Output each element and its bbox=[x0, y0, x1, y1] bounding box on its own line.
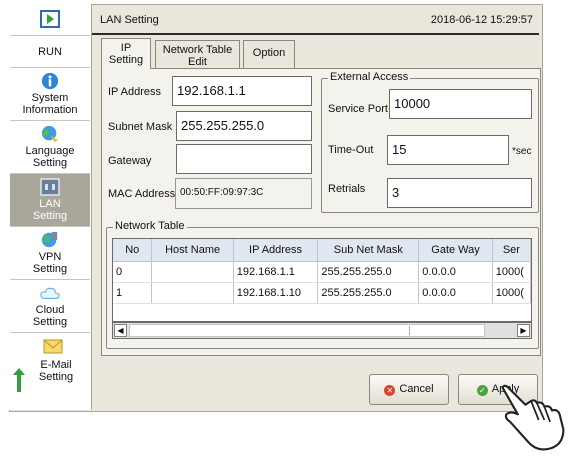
play-icon bbox=[40, 10, 60, 28]
sidebar-item-run-icon[interactable] bbox=[10, 4, 90, 36]
table-horizontal-scrollbar[interactable]: ◀ ▶ bbox=[112, 322, 532, 339]
mac-address-field: 00:50:FF:09:97:3C bbox=[175, 178, 312, 209]
column-header[interactable]: Ser bbox=[492, 239, 531, 262]
tab-option[interactable]: Option bbox=[243, 40, 295, 68]
sidebar-item-vpn-setting[interactable]: VPN Setting bbox=[10, 227, 90, 280]
table-cell: 255.255.255.0 bbox=[317, 282, 420, 304]
column-header[interactable]: IP Address bbox=[233, 239, 319, 262]
scroll-left-icon[interactable]: ◀ bbox=[114, 324, 127, 337]
datetime: 2018-06-12 15:29:57 bbox=[430, 14, 533, 26]
scrollbar-grip bbox=[409, 326, 410, 335]
header: LAN Setting 2018-06-12 15:29:57 bbox=[92, 4, 541, 30]
table-cell bbox=[151, 261, 234, 283]
sidebar-item-system-information[interactable]: System Information bbox=[10, 68, 90, 121]
sidebar-item-label: System Information bbox=[22, 92, 78, 116]
vpn-icon bbox=[41, 231, 58, 248]
header-divider bbox=[92, 33, 539, 35]
ip-address-field[interactable]: 192.168.1.1 bbox=[172, 76, 312, 106]
network-table[interactable]: No Host Name IP Address Sub Net Mask Gat… bbox=[112, 238, 532, 322]
timeout-field[interactable]: 15 bbox=[387, 135, 509, 165]
retrials-field[interactable]: 3 bbox=[387, 178, 532, 208]
sidebar-item-email-setting[interactable]: E-Mail Setting bbox=[10, 333, 90, 409]
table-header-row: No Host Name IP Address Sub Net Mask Gat… bbox=[113, 239, 531, 262]
table-cell: 1 bbox=[113, 282, 153, 304]
sidebar: RUN System Information Language Setting … bbox=[9, 4, 92, 410]
network-table-title: Network Table bbox=[113, 220, 187, 232]
sidebar-item-run[interactable]: RUN bbox=[10, 36, 90, 68]
table-cell: 1000( bbox=[492, 261, 531, 283]
sidebar-item-cloud-setting[interactable]: Cloud Setting bbox=[10, 280, 90, 333]
apply-check-icon: ✓ bbox=[476, 385, 488, 396]
table-cell: 0.0.0.0 bbox=[418, 282, 493, 304]
mail-icon bbox=[43, 339, 63, 354]
table-row[interactable]: 0 192.168.1.1 255.255.255.0 0.0.0.0 1000… bbox=[113, 261, 531, 283]
tab-ip-setting[interactable]: IP Setting bbox=[101, 38, 151, 69]
retrials-label: Retrials bbox=[328, 183, 366, 195]
scrollbar-thumb[interactable] bbox=[129, 324, 485, 337]
table-cell: 0 bbox=[113, 261, 153, 283]
info-icon bbox=[41, 72, 59, 90]
column-header[interactable]: Host Name bbox=[151, 239, 234, 262]
gateway-field[interactable] bbox=[176, 144, 312, 174]
sidebar-item-label: RUN bbox=[38, 46, 62, 58]
scroll-right-icon[interactable]: ▶ bbox=[517, 324, 530, 337]
cloud-icon bbox=[40, 287, 60, 299]
mac-address-label: MAC Address bbox=[108, 188, 176, 200]
subnet-mask-field[interactable]: 255.255.255.0 bbox=[176, 111, 312, 141]
column-header[interactable]: No bbox=[113, 239, 153, 262]
table-row[interactable]: 1 192.168.1.10 255.255.255.0 0.0.0.0 100… bbox=[113, 282, 531, 304]
subnet-mask-label: Subnet Mask bbox=[108, 121, 173, 133]
sidebar-item-language-setting[interactable]: Language Setting bbox=[10, 121, 90, 174]
tab-network-table-edit[interactable]: Network Table Edit bbox=[155, 40, 240, 68]
sidebar-item-lan-setting[interactable]: LAN Setting bbox=[10, 174, 90, 227]
sidebar-item-label: Language Setting bbox=[25, 145, 75, 169]
timeout-label: Time-Out bbox=[328, 144, 374, 156]
sidebar-item-label: LAN Setting bbox=[32, 198, 68, 222]
service-port-field[interactable]: 10000 bbox=[389, 89, 532, 119]
scroll-up-arrow-icon[interactable] bbox=[13, 367, 25, 393]
gateway-label: Gateway bbox=[108, 155, 152, 167]
pointing-hand-icon bbox=[501, 384, 565, 451]
cancel-x-icon: ✕ bbox=[384, 385, 396, 396]
cancel-button[interactable]: ✕ Cancel bbox=[369, 374, 449, 405]
ip-address-label: IP Address bbox=[108, 86, 161, 98]
lan-icon bbox=[40, 178, 60, 196]
table-cell: 192.168.1.10 bbox=[233, 282, 319, 304]
sidebar-item-label: VPN Setting bbox=[32, 251, 68, 275]
sidebar-item-label: Cloud Setting bbox=[32, 304, 68, 328]
table-cell: 1000( bbox=[492, 282, 531, 304]
table-cell: 0.0.0.0 bbox=[418, 261, 493, 283]
external-access-title: External Access bbox=[328, 71, 411, 83]
cancel-button-label: Cancel bbox=[399, 383, 434, 395]
table-cell bbox=[151, 282, 234, 304]
column-header[interactable]: Sub Net Mask bbox=[317, 239, 420, 262]
table-cell: 192.168.1.1 bbox=[233, 261, 319, 283]
table-cell: 255.255.255.0 bbox=[317, 261, 420, 283]
service-port-label: Service Port bbox=[328, 103, 388, 115]
timeout-unit: *sec bbox=[512, 146, 532, 157]
column-header[interactable]: Gate Way bbox=[418, 239, 493, 262]
page-title: LAN Setting bbox=[100, 14, 159, 26]
globe-icon bbox=[41, 125, 59, 143]
